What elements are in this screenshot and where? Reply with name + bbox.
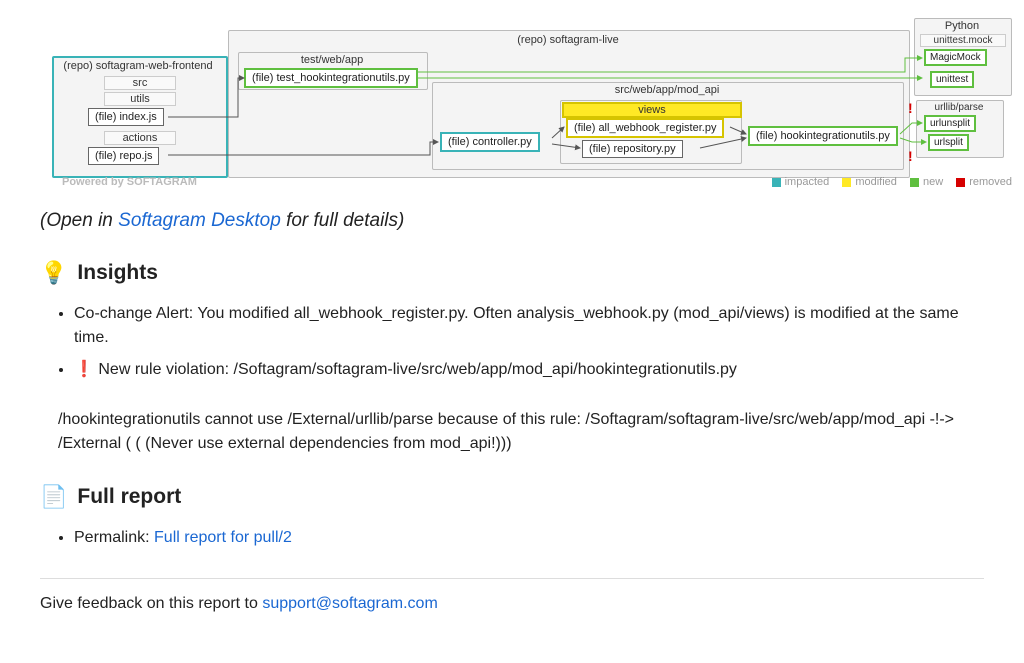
legend-removed: removed xyxy=(969,176,1012,188)
python-title: Python xyxy=(914,20,1010,32)
insight-violation-text: New rule violation: /Softagram/softagram… xyxy=(98,361,737,378)
file-hookutils: (file) hookintegrationutils.py xyxy=(748,126,898,146)
insight-violation: ❗ New rule violation: /Softagram/softagr… xyxy=(74,358,984,382)
unittest: unittest xyxy=(930,71,974,88)
legend-modified: modified xyxy=(855,176,897,188)
unittest-mock: unittest.mock xyxy=(920,34,1006,47)
repo-live-title: (repo) softagram-live xyxy=(228,34,908,46)
feedback-line: Give feedback on this report to support@… xyxy=(40,595,984,613)
insight-cochange: Co-change Alert: You modified all_webhoo… xyxy=(74,302,984,350)
urlsplit: urlsplit xyxy=(928,134,969,151)
softagram-desktop-link[interactable]: Softagram Desktop xyxy=(118,210,281,231)
permalink-item: Permalink: Full report for pull/2 xyxy=(74,526,984,550)
powered-by: Powered by SOFTAGRAM xyxy=(62,176,197,188)
file-repo-js: (file) repo.js xyxy=(88,147,159,165)
insights-list: Co-change Alert: You modified all_webhoo… xyxy=(40,302,984,382)
file-index-js: (file) index.js xyxy=(88,108,164,126)
legend-new: new xyxy=(923,176,943,188)
full-report-title: Full report xyxy=(77,485,181,509)
utils-label: utils xyxy=(104,92,176,106)
divider xyxy=(40,578,984,579)
permalink-label: Permalink: xyxy=(74,529,154,546)
file-controller: (file) controller.py xyxy=(440,132,540,152)
file-all-webhook: (file) all_webhook_register.py xyxy=(566,118,724,138)
insights-title: Insights xyxy=(77,261,158,285)
actions-label: actions xyxy=(104,131,176,145)
legend: impacted modified new removed xyxy=(762,176,1012,190)
page-icon: 📄 xyxy=(40,484,67,510)
urllib-parse: urllib/parse xyxy=(916,102,1002,113)
mod-api-title: src/web/app/mod_api xyxy=(432,84,902,96)
legend-impacted: impacted xyxy=(785,176,830,188)
open-prefix: (Open in xyxy=(40,210,118,231)
permalink-link[interactable]: Full report for pull/2 xyxy=(154,529,292,546)
open-suffix: for full details) xyxy=(281,210,405,231)
insights-heading: 💡 Insights xyxy=(40,260,984,286)
dependency-diagram: (repo) softagram-web-frontend src utils … xyxy=(0,0,1024,190)
file-repository: (file) repository.py xyxy=(582,140,683,158)
feedback-text: Give feedback on this report to xyxy=(40,595,262,612)
src-label: src xyxy=(104,76,176,90)
repo-frontend-title: (repo) softagram-web-frontend xyxy=(54,60,222,72)
violation-icon: ! xyxy=(908,100,913,116)
feedback-email-link[interactable]: support@softagram.com xyxy=(262,595,437,612)
bulb-icon: 💡 xyxy=(40,260,67,286)
magicmock: MagicMock xyxy=(924,49,987,66)
violation-icon-2: ! xyxy=(908,148,913,164)
exclaim-icon: ❗ xyxy=(74,361,94,378)
insight-violation-detail: /hookintegrationutils cannot use /Extern… xyxy=(58,408,984,456)
open-in-desktop: (Open in Softagram Desktop for full deta… xyxy=(40,210,984,232)
full-report-heading: 📄 Full report xyxy=(40,484,984,510)
test-section-title: test/web/app xyxy=(238,54,426,66)
file-test-hookutils: (file) test_hookintegrationutils.py xyxy=(244,68,418,88)
views-title: views xyxy=(562,102,742,118)
urlunsplit: urlunsplit xyxy=(924,115,976,132)
report-list: Permalink: Full report for pull/2 xyxy=(40,526,984,550)
